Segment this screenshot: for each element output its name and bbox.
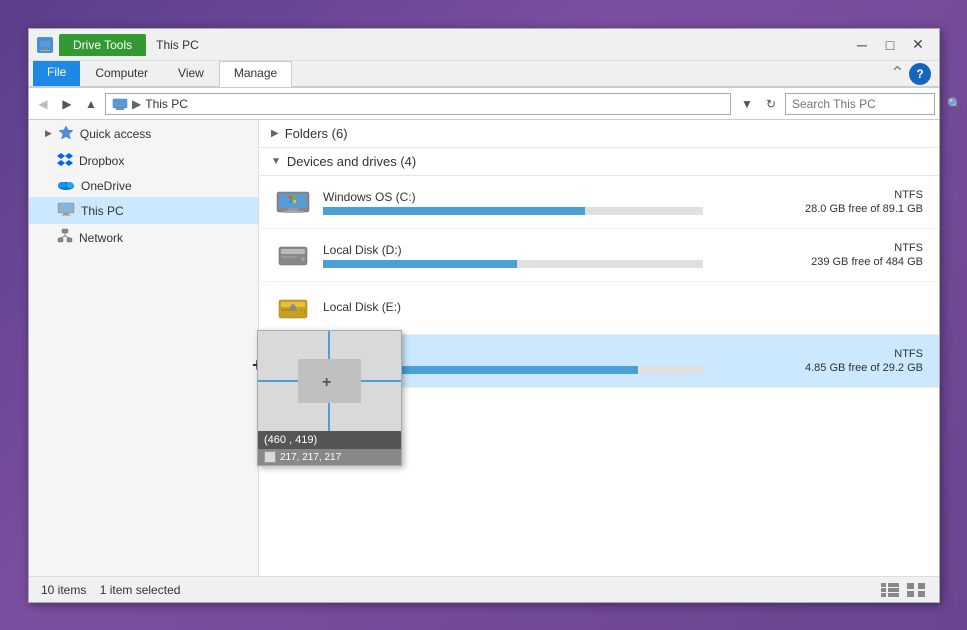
close-button[interactable]: ✕: [905, 35, 931, 55]
folders-toggle-icon: ▶: [271, 128, 279, 139]
up-button[interactable]: ▲: [81, 93, 101, 115]
minimize-button[interactable]: ─: [849, 35, 875, 55]
folders-section-header[interactable]: ▶ Folders (6): [259, 120, 939, 148]
chevron-right-icon: ▶: [45, 128, 52, 139]
search-box[interactable]: 🔍: [785, 93, 935, 115]
window-controls: ─ □ ✕: [849, 35, 931, 55]
sidebar-label-this-pc: This PC: [81, 204, 124, 218]
tab-file[interactable]: File: [33, 61, 80, 86]
preview-canvas: +: [258, 331, 401, 431]
details-view-button[interactable]: [879, 581, 901, 599]
preview-popup: + (460 , 419) 217, 217, 217: [257, 330, 402, 466]
drive-c-fs: NTFS 28.0 GB free of 89.1 GB: [803, 189, 923, 215]
file-explorer-window: Drive Tools This PC ─ □ ✕ File Computer …: [28, 28, 940, 603]
color-swatch: [264, 451, 276, 463]
drives-toggle-icon: ▼: [271, 156, 281, 167]
network-icon: [57, 228, 73, 247]
drives-section-header[interactable]: ▼ Devices and drives (4): [259, 148, 939, 176]
tab-computer[interactable]: Computer: [80, 61, 163, 86]
drive-d-icon: [275, 237, 311, 273]
path-this-pc[interactable]: This PC: [145, 97, 188, 111]
drives-section-label: Devices and drives (4): [287, 154, 416, 169]
drive-e-name: Local Disk (E:): [323, 300, 791, 314]
refresh-button[interactable]: ↻: [761, 93, 781, 115]
sidebar-item-onedrive[interactable]: OneDrive: [29, 174, 258, 197]
drive-c-name: Windows OS (C:): [323, 190, 791, 204]
sidebar-item-quick-access[interactable]: ▶ Quick access: [29, 120, 258, 147]
drive-e[interactable]: Local Disk (E:): [259, 282, 939, 335]
search-input[interactable]: [792, 97, 947, 111]
sidebar-item-network[interactable]: Network: [29, 224, 258, 251]
drive-g-fs-free: 4.85 GB free of 29.2 GB: [803, 362, 923, 374]
sidebar-item-this-pc[interactable]: This PC: [29, 197, 258, 224]
drive-g-fs-type: NTFS: [803, 348, 923, 360]
forward-button[interactable]: ▶: [57, 93, 77, 115]
drive-d-name: Local Disk (D:): [323, 243, 791, 257]
statusbar: 10 items 1 item selected: [29, 576, 939, 602]
drive-c-bar-container: [323, 207, 703, 215]
drive-c[interactable]: Windows OS (C:) NTFS 28.0 GB free of 89.…: [259, 176, 939, 229]
ribbon: File Computer View Manage ⌃ ?: [29, 61, 939, 88]
addressbar: ◀ ▶ ▲ ▶ This PC ▼ ↻ 🔍: [29, 88, 939, 120]
ribbon-expand-button[interactable]: ⌃: [890, 63, 905, 84]
drive-d-fs-free: 239 GB free of 484 GB: [803, 256, 923, 268]
drive-d-bar-container: [323, 260, 703, 268]
drive-tools-tab[interactable]: Drive Tools: [59, 34, 146, 56]
help-button[interactable]: ?: [909, 63, 931, 85]
drive-d-bar: [323, 260, 517, 268]
back-button[interactable]: ◀: [33, 93, 53, 115]
large-icons-view-button[interactable]: [905, 581, 927, 599]
titlebar: Drive Tools This PC ─ □ ✕: [29, 29, 939, 61]
ribbon-tab-bar: File Computer View Manage ⌃ ?: [29, 61, 939, 87]
tab-manage[interactable]: Manage: [219, 61, 292, 87]
statusbar-view-controls: [879, 581, 927, 599]
sidebar-label-network: Network: [79, 231, 123, 245]
onedrive-icon: [57, 178, 75, 193]
window-title: This PC: [156, 38, 849, 52]
drive-d-fs-type: NTFS: [803, 242, 923, 254]
drive-c-info: Windows OS (C:): [323, 190, 791, 215]
maximize-button[interactable]: □: [877, 35, 903, 55]
drive-c-bar: [323, 207, 585, 215]
sidebar: ▶ Quick access Dropbox: [29, 120, 259, 576]
dropbox-icon: [57, 151, 73, 170]
computer-icon: [57, 201, 75, 220]
tab-view[interactable]: View: [163, 61, 219, 86]
drive-g-fs: NTFS 4.85 GB free of 29.2 GB: [803, 348, 923, 374]
drive-e-info: Local Disk (E:): [323, 300, 791, 317]
statusbar-selected: 1 item selected: [100, 583, 181, 597]
sidebar-label-dropbox: Dropbox: [79, 154, 124, 168]
statusbar-items: 10 items 1 item selected: [41, 583, 180, 597]
address-dropdown-button[interactable]: ▼: [737, 93, 757, 115]
preview-color-value: 217, 217, 217: [280, 452, 341, 463]
preview-color: 217, 217, 217: [258, 449, 401, 465]
statusbar-item-count: 10 items: [41, 583, 86, 597]
address-path[interactable]: ▶ This PC: [105, 93, 731, 115]
folders-section-label: Folders (6): [285, 126, 348, 141]
preview-coords: (460 , 419): [258, 431, 401, 449]
drive-d-fs: NTFS 239 GB free of 484 GB: [803, 242, 923, 268]
app-icon: [37, 37, 53, 53]
drive-d[interactable]: Local Disk (D:) NTFS 239 GB free of 484 …: [259, 229, 939, 282]
drive-c-fs-type: NTFS: [803, 189, 923, 201]
drive-c-fs-free: 28.0 GB free of 89.1 GB: [803, 203, 923, 215]
svg-text:+: +: [322, 374, 331, 391]
drive-d-info: Local Disk (D:): [323, 243, 791, 268]
path-item: ▶: [132, 97, 141, 111]
sidebar-label-quick-access: Quick access: [80, 127, 151, 141]
sidebar-item-dropbox[interactable]: Dropbox: [29, 147, 258, 174]
sidebar-label-onedrive: OneDrive: [81, 179, 132, 193]
star-icon: [58, 124, 74, 143]
drive-e-icon: [275, 290, 311, 326]
main-area: ▶ Quick access Dropbox: [29, 120, 939, 576]
windows-drive-icon: [275, 184, 311, 220]
search-icon: 🔍: [947, 97, 962, 111]
